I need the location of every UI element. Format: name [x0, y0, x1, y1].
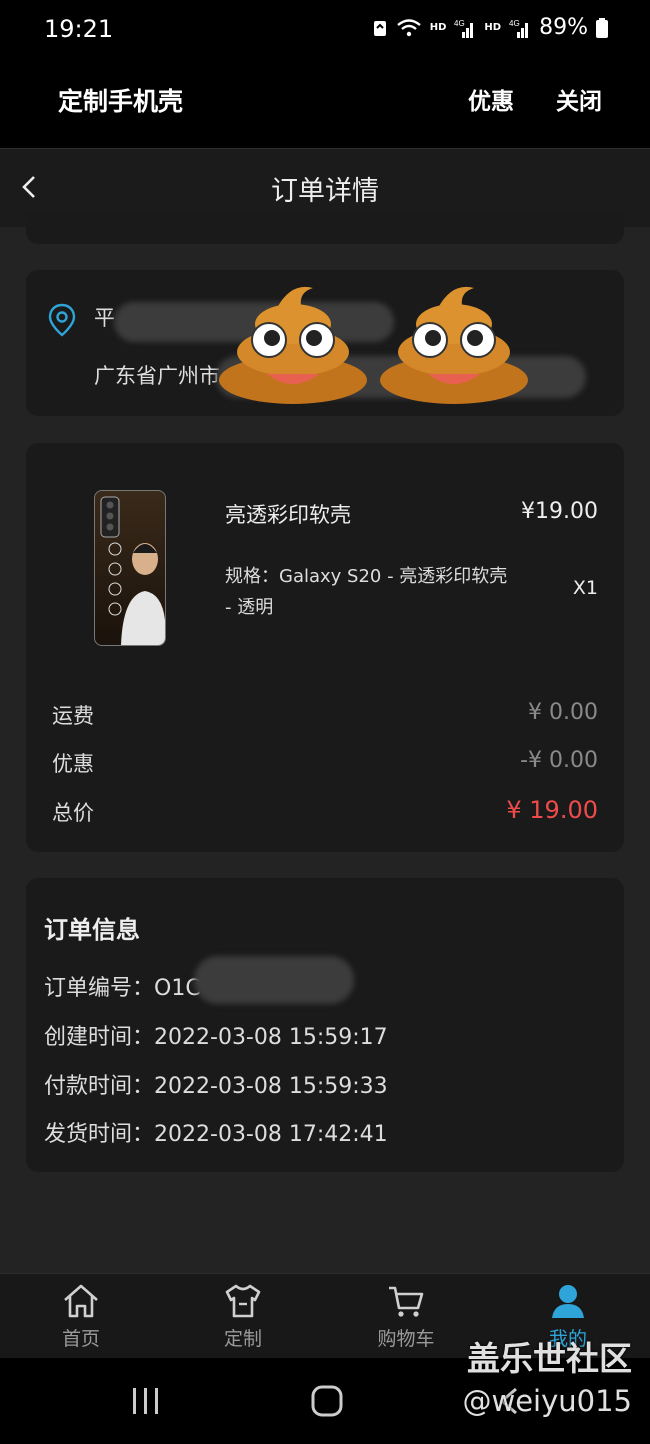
product-price: ¥19.00 — [521, 499, 598, 524]
promo-button[interactable]: 优惠 — [468, 82, 514, 116]
product-quantity: X1 — [572, 577, 598, 599]
order-info-title: 订单信息 — [44, 916, 140, 944]
page-title: 订单详情 — [271, 176, 379, 207]
watermark-user: @weiyu015 — [462, 1384, 632, 1418]
status-bar: 19:21 HD 4G HD 4G 89% — [0, 0, 650, 58]
shipping-value: ¥ 0.00 — [528, 700, 598, 725]
battery-percent: 89% — [539, 15, 588, 40]
network-hd-label-2: HD — [484, 22, 502, 33]
order-number-label: 订单编号： — [44, 976, 155, 1001]
battery-icon — [596, 17, 608, 38]
shipped-time-value: 2022-03-08 17:42:41 — [154, 1122, 388, 1147]
recent-apps-icon[interactable] — [130, 1385, 162, 1417]
tab-customize-label: 定制 — [223, 1328, 262, 1350]
network-hd-label: HD — [429, 22, 447, 33]
shipping-label: 运费 — [52, 704, 94, 728]
close-button[interactable]: 关闭 — [556, 82, 602, 116]
signal-icon: 4G — [454, 19, 474, 38]
signal-icon-2: 4G — [509, 19, 529, 38]
shipped-time-label: 发货时间： — [44, 1122, 155, 1147]
product-thumbnail[interactable] — [94, 490, 166, 646]
tab-customize[interactable]: 定制 — [188, 1282, 298, 1351]
svg-text:4G: 4G — [454, 19, 465, 28]
order-item-card: 亮透彩印软壳 ¥19.00 规格：Galaxy S20 - 亮透彩印软壳 - 透… — [26, 443, 624, 852]
cart-icon — [389, 1286, 424, 1317]
order-number-row: 订单编号：O1C — [44, 970, 201, 1002]
user-icon — [552, 1285, 584, 1318]
shipped-time-row: 发货时间：2022-03-08 17:42:41 — [44, 1116, 388, 1148]
paid-time-row: 付款时间：2022-03-08 15:59:33 — [44, 1068, 388, 1100]
paid-time-value: 2022-03-08 15:59:33 — [154, 1074, 388, 1099]
watermark-community: 盖乐世社区 — [467, 1339, 632, 1378]
paid-time-label: 付款时间： — [44, 1074, 155, 1099]
home-button-icon[interactable] — [310, 1384, 344, 1418]
redaction-smudge — [194, 956, 354, 1004]
recycle-icon — [373, 20, 386, 36]
product-name: 亮透彩印软壳 — [225, 503, 351, 527]
total-value: ¥ 19.00 — [506, 796, 598, 824]
tab-cart-label: 购物车 — [377, 1328, 435, 1350]
phone-case-image — [100, 496, 165, 645]
tab-cart[interactable]: 购物车 — [351, 1282, 461, 1351]
product-spec: 规格：Galaxy S20 - 亮透彩印软壳 - 透明 — [225, 566, 508, 618]
discount-label: 优惠 — [52, 752, 94, 776]
created-time-label: 创建时间： — [44, 1025, 155, 1050]
svg-text:4G: 4G — [509, 19, 520, 28]
order-info-card: 订单信息 订单编号：O1C 创建时间：2022-03-08 15:59:17 付… — [26, 878, 624, 1172]
previous-card — [26, 212, 624, 244]
status-time: 19:21 — [44, 15, 114, 43]
recipient-name: 平 — [94, 306, 115, 330]
total-label: 总价 — [52, 801, 94, 825]
discount-value: -¥ 0.00 — [520, 748, 598, 773]
created-time-value: 2022-03-08 15:59:17 — [154, 1025, 388, 1050]
poop-emoji-sticker — [219, 286, 367, 404]
wifi-icon — [396, 18, 421, 36]
app-bar: 定制手机壳 优惠 关闭 — [0, 58, 650, 149]
shirt-icon — [225, 1284, 261, 1318]
status-icons: HD 4G HD 4G 89% — [372, 15, 608, 40]
app-title: 定制手机壳 — [58, 87, 184, 116]
home-icon — [64, 1284, 98, 1318]
tab-home[interactable]: 首页 — [26, 1282, 136, 1351]
poop-emoji-sticker — [380, 286, 528, 404]
location-pin-icon — [48, 303, 76, 337]
address-line: 广东省广州市 — [94, 364, 220, 388]
tab-home-label: 首页 — [61, 1328, 100, 1350]
created-time-row: 创建时间：2022-03-08 15:59:17 — [44, 1019, 388, 1051]
